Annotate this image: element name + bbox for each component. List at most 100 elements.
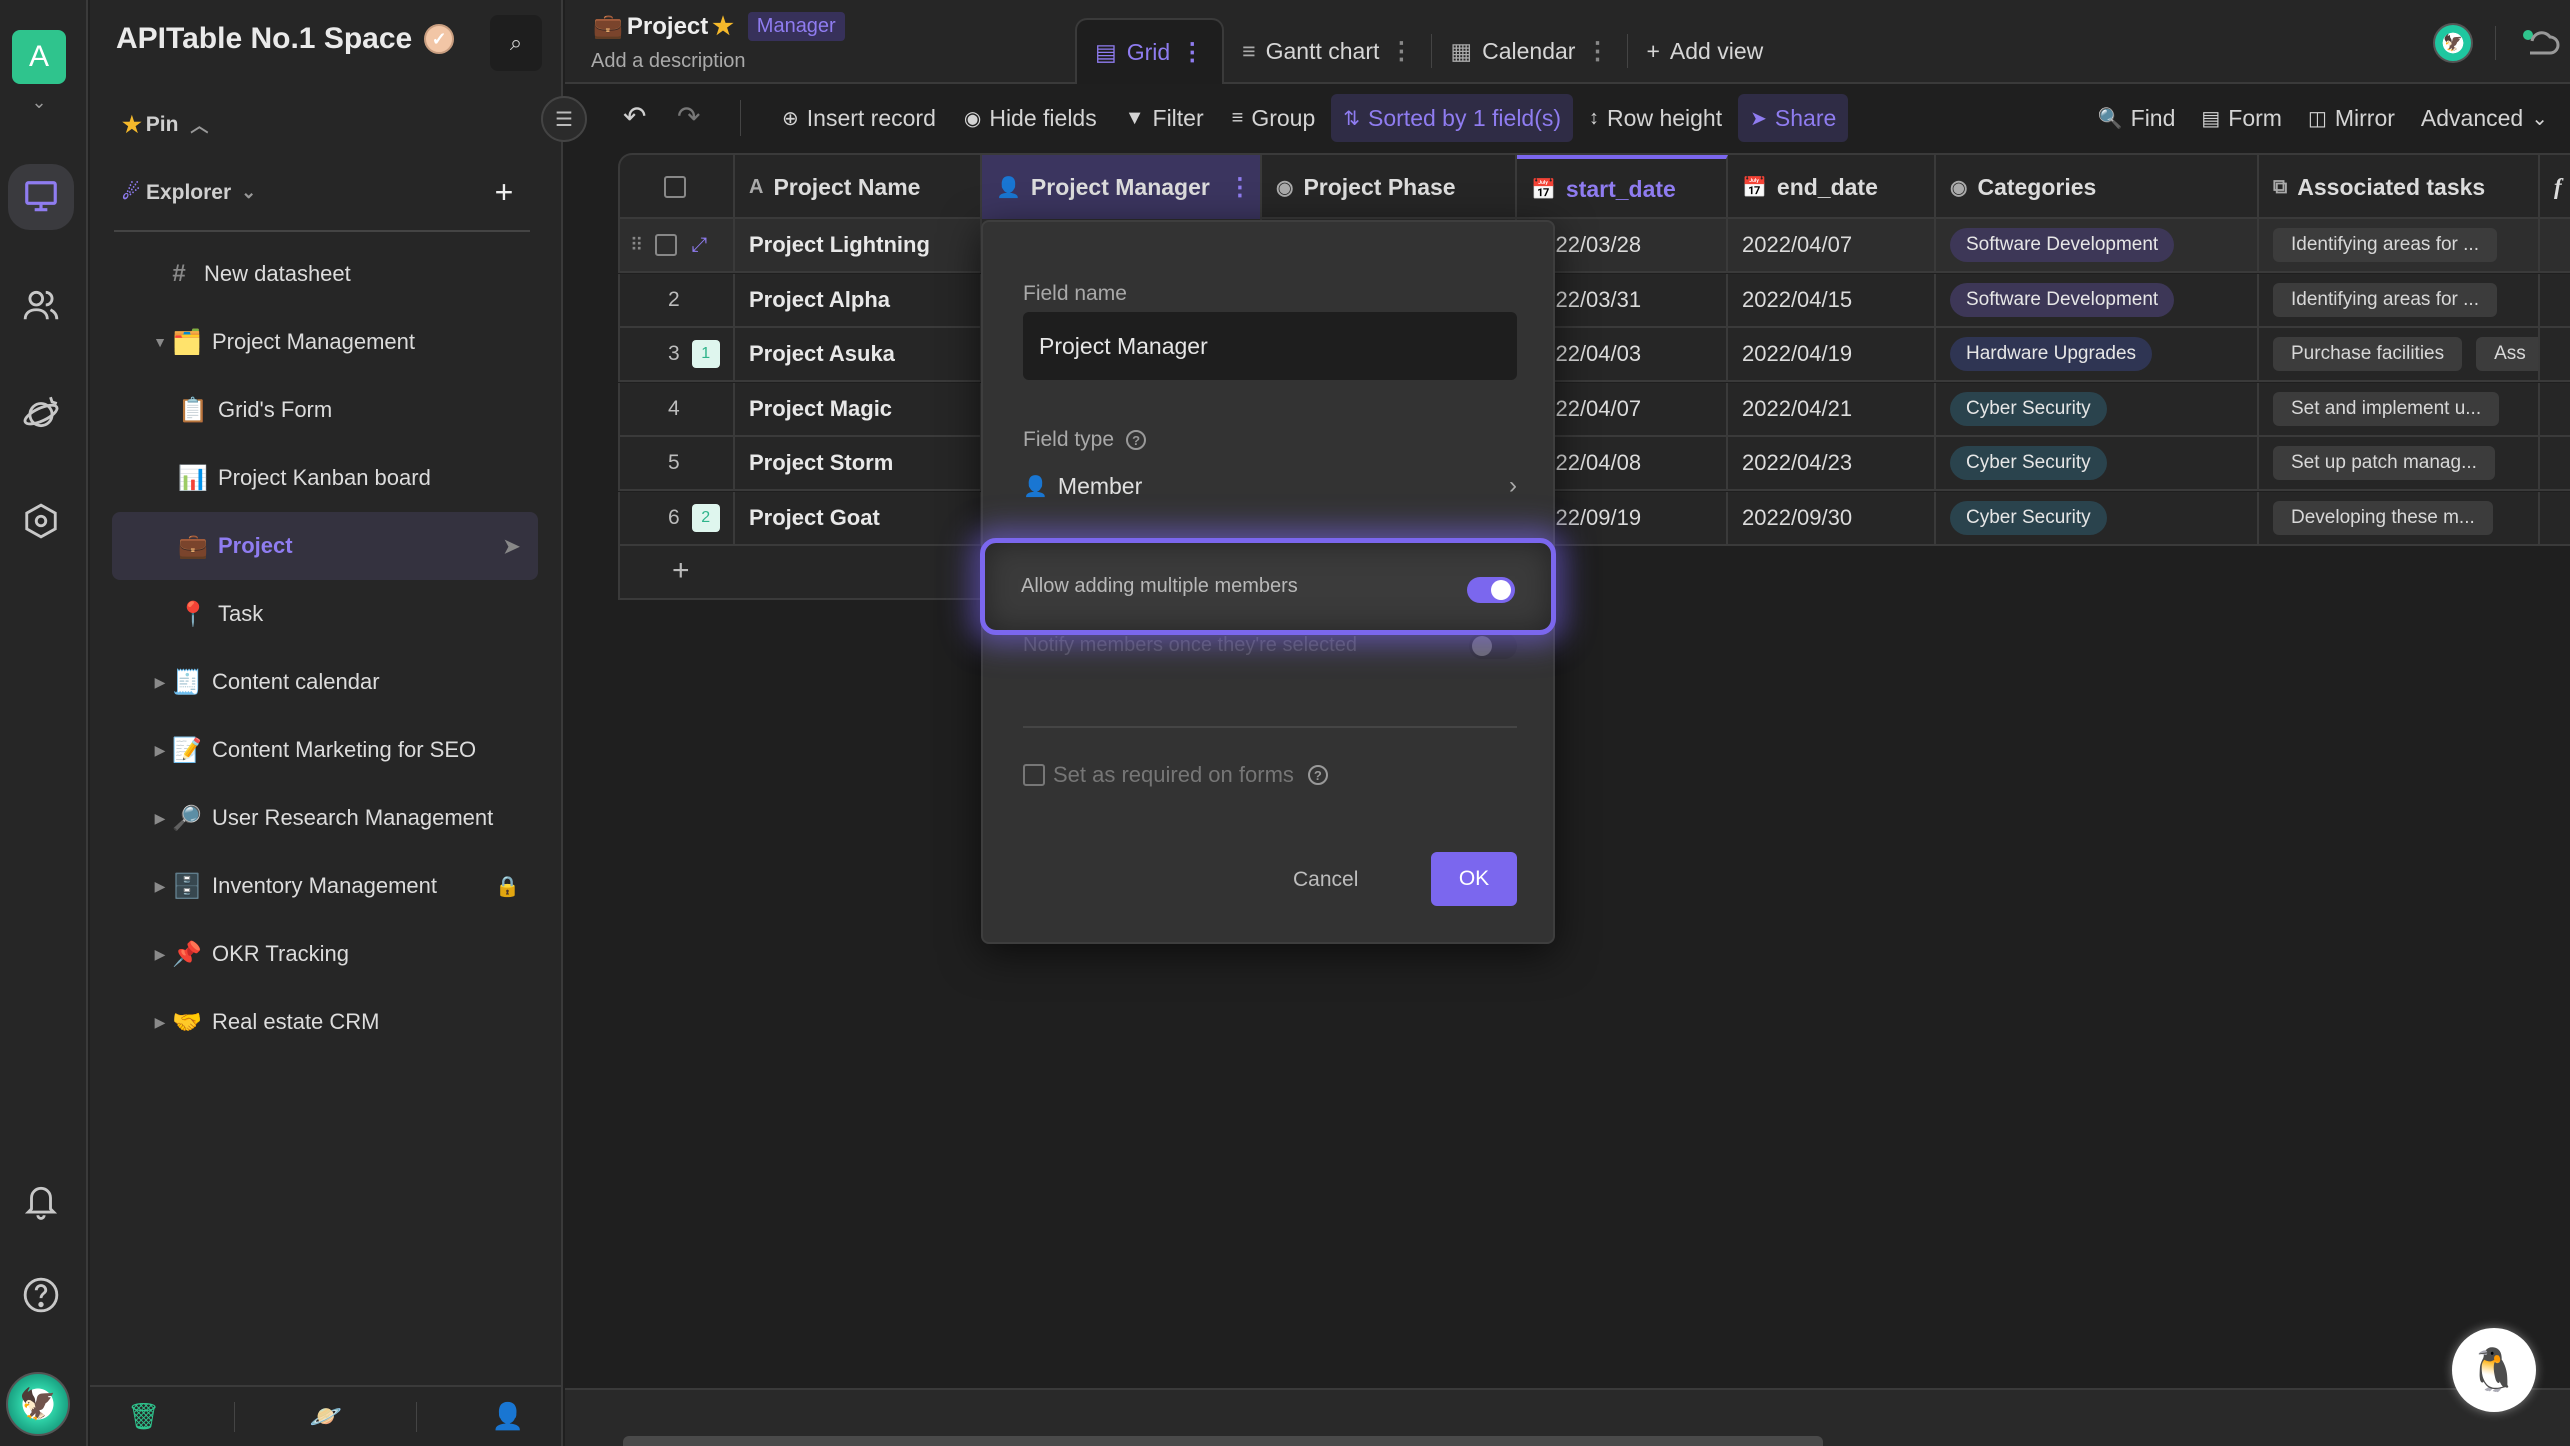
- categories-cell[interactable]: Software Development: [1936, 273, 2259, 326]
- table-row[interactable]: 6 2 Project Goat 2022/09/19 2022/09/30 Cyber …: [618, 491, 2570, 546]
- invite-member-icon[interactable]: 👤: [491, 1401, 523, 1432]
- cancel-button[interactable]: Cancel: [1273, 854, 1378, 906]
- project-name-cell[interactable]: Project Magic: [735, 382, 982, 435]
- ok-button[interactable]: OK: [1431, 852, 1517, 906]
- column-header[interactable]: ◉ Categories: [1936, 155, 2259, 219]
- associated-tasks-cell[interactable]: Purchase facilities Ass: [2259, 328, 2540, 380]
- tree-item[interactable]: # New datasheet: [112, 240, 538, 308]
- user-avatar[interactable]: 🦅: [6, 1372, 70, 1436]
- tree-item[interactable]: ▶ 🤝 Real estate CRM: [112, 988, 538, 1056]
- explorer-section-header[interactable]: ☄ Explorer ⌄: [122, 180, 256, 205]
- column-header[interactable]: 📅 end_date: [1728, 155, 1936, 219]
- column-header[interactable]: ◉ Project Phase: [1262, 155, 1517, 219]
- help-icon[interactable]: ?: [1307, 765, 1328, 785]
- tree-item[interactable]: 📍 Task: [112, 580, 538, 648]
- share-icon[interactable]: ➤: [503, 534, 520, 559]
- select-all-checkbox[interactable]: [664, 176, 686, 198]
- table-row[interactable]: 3 1 Project Asuka 2022/04/03 2022/04/19 Hardw…: [618, 328, 2570, 382]
- toolbar-row-height-button[interactable]: ↕ Row height: [1577, 94, 1734, 142]
- rail-settings-button[interactable]: [8, 488, 74, 554]
- space-switch-chevron-icon[interactable]: ⌄: [28, 92, 50, 112]
- comment-count-badge[interactable]: 1: [691, 340, 720, 368]
- end-date-cell[interactable]: 2022/04/23: [1728, 437, 1936, 489]
- more-icon[interactable]: ⋮: [1389, 37, 1413, 66]
- redo-button[interactable]: ↷: [677, 100, 700, 133]
- column-menu-icon[interactable]: ⋮: [1228, 173, 1252, 202]
- associated-tasks-cell[interactable]: Set up patch manag...: [2259, 437, 2540, 489]
- sidebar-toggle-button[interactable]: ☰: [541, 96, 587, 142]
- row-checkbox[interactable]: [655, 234, 678, 256]
- associated-tasks-cell[interactable]: Set and implement u...: [2259, 382, 2540, 435]
- tab-grid[interactable]: ▤ Grid ⋮: [1075, 18, 1225, 84]
- end-date-cell[interactable]: 2022/04/19: [1728, 328, 1936, 380]
- toolbar-sorted-by-1-field-s-button[interactable]: ⇅ Sorted by 1 field(s): [1331, 94, 1574, 142]
- toolbar-group-button[interactable]: ≡ Group: [1220, 94, 1328, 142]
- tree-item[interactable]: ▶ 🧾 Content calendar: [112, 648, 538, 716]
- undo-button[interactable]: ↶: [623, 100, 646, 133]
- table-row[interactable]: 5 Project Storm 2022/04/08 2022/04/23 Cyber …: [618, 437, 2570, 491]
- categories-cell[interactable]: Cyber Security: [1936, 437, 2259, 489]
- add-node-button[interactable]: +: [486, 174, 522, 210]
- end-date-cell[interactable]: 2022/04/21: [1728, 382, 1936, 435]
- end-date-cell[interactable]: 2022/04/15: [1728, 273, 1936, 326]
- end-date-cell[interactable]: 2022/09/30: [1728, 491, 1936, 544]
- column-header[interactable]: ⧉ Associated tasks: [2259, 155, 2540, 219]
- caret-right-icon[interactable]: ▶: [150, 946, 170, 963]
- formula-cell[interactable]: [2540, 437, 2570, 489]
- tree-item[interactable]: ▼ 🗂️ Project Management: [112, 308, 538, 376]
- caret-right-icon[interactable]: ▶: [150, 674, 170, 691]
- table-row[interactable]: 4 Project Magic 2022/04/07 2022/04/21 Cyber …: [618, 382, 2570, 437]
- project-name-cell[interactable]: Project Asuka: [735, 328, 982, 380]
- formula-cell[interactable]: [2540, 219, 2570, 271]
- formula-cell[interactable]: [2540, 328, 2570, 380]
- linked-task-chip[interactable]: Set up patch manag...: [2273, 446, 2495, 480]
- project-name-cell[interactable]: Project Lightning: [735, 219, 982, 271]
- linked-task-chip[interactable]: Identifying areas for ...: [2273, 282, 2497, 317]
- allow-multiple-members-toggle[interactable]: [1467, 577, 1515, 603]
- column-header[interactable]: 📅 start_date: [1517, 155, 1728, 219]
- tree-item[interactable]: ▶ 📌 OKR Tracking: [112, 920, 538, 988]
- datasheet-title[interactable]: 💼 Project ★ Manager: [593, 12, 845, 41]
- caret-right-icon[interactable]: ▶: [150, 878, 170, 895]
- description-field[interactable]: Add a description: [591, 50, 746, 73]
- drag-handle-icon[interactable]: ⠿: [630, 235, 643, 256]
- column-header[interactable]: A Project Name: [735, 155, 982, 219]
- more-icon[interactable]: ⋮: [1585, 37, 1609, 66]
- field-name-input[interactable]: [1023, 312, 1517, 380]
- toolbar-mirror-button[interactable]: ◫ Mirror: [2296, 94, 2407, 142]
- formula-cell[interactable]: [2540, 274, 2570, 326]
- caret-right-icon[interactable]: ▶: [150, 1014, 170, 1031]
- rail-help-button[interactable]: [8, 1262, 74, 1328]
- comment-count-badge[interactable]: 2: [691, 503, 720, 532]
- categories-cell[interactable]: Hardware Upgrades: [1936, 328, 2259, 380]
- formula-cell[interactable]: [2540, 383, 2570, 435]
- tab-calendar[interactable]: ▦ Calendar ⋮: [1432, 18, 1627, 84]
- assistant-bot-button[interactable]: 🐧: [2452, 1328, 2536, 1412]
- tree-item[interactable]: 📋 Grid's Form: [112, 376, 538, 444]
- linked-task-chip[interactable]: Developing these m...: [2273, 500, 2493, 535]
- categories-cell[interactable]: Cyber Security: [1936, 491, 2259, 544]
- associated-tasks-cell[interactable]: Developing these m...: [2259, 491, 2540, 544]
- linked-task-chip[interactable]: Set and implement u...: [2273, 391, 2500, 426]
- rail-contacts-button[interactable]: [8, 272, 74, 338]
- favorite-star-icon[interactable]: ★: [712, 12, 734, 41]
- linked-task-chip[interactable]: Ass: [2476, 337, 2538, 371]
- notify-members-toggle[interactable]: [1469, 632, 1517, 659]
- column-header[interactable]: 👤 Project Manager ⋮: [982, 155, 1262, 219]
- space-avatar[interactable]: A: [12, 30, 66, 84]
- tree-item[interactable]: ▶ 📝 Content Marketing for SEO: [112, 716, 538, 784]
- tree-item[interactable]: 💼 Project ➤: [112, 512, 538, 580]
- planet-icon[interactable]: 🪐: [310, 1401, 342, 1432]
- expand-record-icon[interactable]: ⤢: [691, 234, 707, 257]
- space-title[interactable]: APITable No.1 Space ✓: [116, 22, 455, 56]
- end-date-cell[interactable]: 2022/04/07: [1728, 219, 1936, 271]
- collaborator-avatar[interactable]: 🦅: [2433, 23, 2473, 63]
- linked-task-chip[interactable]: Purchase facilities: [2273, 337, 2463, 371]
- cloud-sync-icon[interactable]: [2518, 25, 2562, 61]
- required-checkbox[interactable]: [1023, 764, 1045, 786]
- tree-item[interactable]: ▶ 🗄️ Inventory Management 🔒: [112, 852, 538, 920]
- add-view-button[interactable]: + Add view: [1628, 18, 1781, 84]
- tab-gantt-chart[interactable]: ≡ Gantt chart ⋮: [1224, 18, 1431, 84]
- caret-right-icon[interactable]: ▶: [150, 742, 170, 759]
- toolbar-hide-fields-button[interactable]: ◉ Hide fields: [952, 94, 1109, 142]
